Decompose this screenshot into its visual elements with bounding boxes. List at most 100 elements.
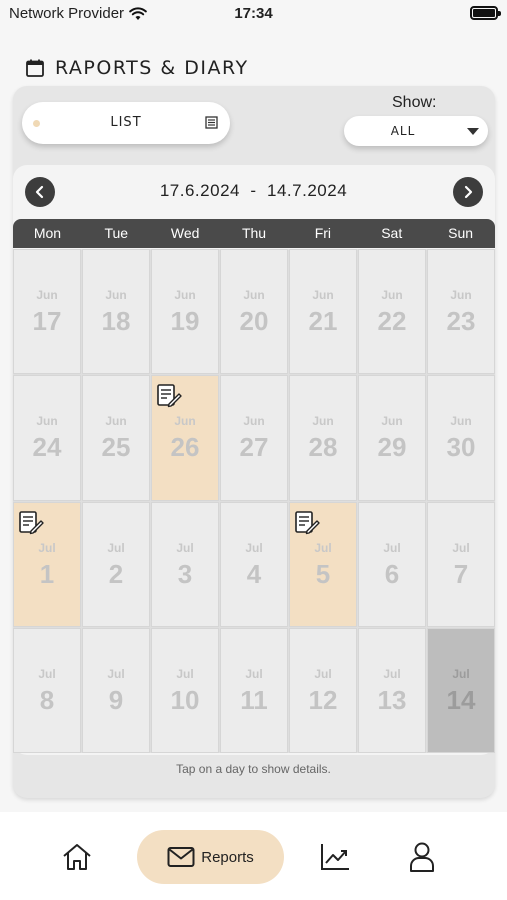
page-header: RAPORTS & DIARY [25,57,249,79]
chart-icon [321,844,349,870]
filter-label: Show: [392,94,437,111]
day-number: 21 [308,306,338,336]
calendar-day[interactable]: Jun 17 [13,249,81,375]
day-month: Jun [36,288,58,302]
date-range: 17.6.2024 - 14.7.2024 [159,181,348,200]
calendar-day[interactable]: Jun 30 [427,375,495,501]
calendar-day[interactable]: Jun 25 [82,375,150,501]
user-icon [410,842,434,872]
weekday-label: Sun [448,225,474,241]
calendar-day[interactable]: Jul 1 [13,501,81,627]
next-period-button[interactable] [453,177,483,207]
calendar-icon [26,59,44,77]
calendar-day[interactable]: Jun 28 [289,375,357,501]
day-number: 6 [384,558,400,589]
weekday-label: Wed [170,225,200,241]
calendar-day[interactable]: Jul 11 [220,627,288,753]
day-number: 4 [246,558,262,589]
chevron-down-icon [467,128,479,135]
day-month: Jul [383,540,401,555]
day-month: Jun [381,288,403,302]
calendar-day[interactable]: Jul 2 [82,501,150,627]
day-number: 7 [453,558,469,589]
day-month: Jul [176,540,194,555]
day-number: 24 [32,432,62,463]
view-mode-label: LIST [110,115,142,130]
day-number: 19 [170,306,200,336]
page-title: RAPORTS & DIARY [55,57,249,79]
day-month: Jul [38,540,56,555]
calendar-day[interactable]: Jul 7 [427,501,495,627]
calendar-day[interactable]: Jul 14 [427,627,495,753]
tab-stats[interactable] [313,830,357,884]
day-number: 12 [308,684,338,715]
calendar-day[interactable]: Jun 20 [220,249,288,375]
day-month: Jul [176,666,194,681]
calendar-day[interactable]: Jul 8 [13,627,81,753]
list-icon [205,116,218,129]
status-time: 17:34 [234,5,273,22]
chevron-right-icon [464,185,473,199]
day-number: 29 [377,432,407,463]
report-note-icon [294,510,320,541]
day-month: Jul [245,666,263,681]
calendar-day[interactable]: Jun 24 [13,375,81,501]
day-month: Jun [243,414,265,429]
weekday-label: Sat [381,225,403,241]
day-number: 3 [177,558,193,589]
day-month: Jul [314,666,332,681]
day-month: Jun [105,288,127,302]
day-month: Jun [36,414,58,429]
day-number: 8 [39,684,55,715]
day-number: 14 [446,684,476,715]
calendar-day[interactable]: Jul 9 [82,627,150,753]
day-month: Jun [243,288,265,302]
weekday-label: Thu [241,225,267,241]
day-number: 26 [170,432,200,463]
calendar-day[interactable]: Jul 12 [289,627,357,753]
view-mode-toggle[interactable]: LIST [22,102,230,144]
weekday-header: Mon Tue Wed Thu Fri Sat Sun [13,219,495,248]
report-note-icon [156,383,182,414]
day-number: 2 [108,558,124,589]
day-number: 17 [32,306,62,336]
calendar-day[interactable]: Jul 13 [358,627,426,753]
calendar-day[interactable]: Jul 5 [289,501,357,627]
day-month: Jul [107,666,125,681]
calendar-day[interactable]: Jun 21 [289,249,357,375]
tab-reports[interactable]: Reports [137,830,284,884]
calendar-day[interactable]: Jun 23 [427,249,495,375]
calendar-day[interactable]: Jun 27 [220,375,288,501]
calendar-grid: Jun 17 Jun 18 Jun 19 Jun 20 Jun 21 Jun 22 Jun 23 Jun 24… [13,249,495,753]
day-month: Jun [174,288,196,302]
tab-profile[interactable] [400,830,444,884]
filter-value: ALL [390,124,416,138]
day-number: 5 [315,558,331,589]
calendar-day[interactable]: Jun 19 [151,249,219,375]
day-month: Jul [314,540,332,555]
day-month: Jun [381,414,403,429]
calendar-day[interactable]: Jul 3 [151,501,219,627]
weekday-label: Mon [33,225,62,241]
day-number: 27 [239,432,269,463]
day-number: 20 [239,306,269,336]
day-month: Jun [312,288,334,302]
calendar-day[interactable]: Jul 4 [220,501,288,627]
day-month: Jun [174,414,196,429]
calendar-day[interactable]: Jun 26 [151,375,219,501]
calendar-day[interactable]: Jun 22 [358,249,426,375]
day-month: Jun [450,414,472,429]
day-number: 1 [39,558,55,589]
day-month: Jul [245,540,263,555]
calendar-day[interactable]: Jul 10 [151,627,219,753]
day-number: 18 [101,306,131,336]
calendar-day[interactable]: Jun 29 [358,375,426,501]
calendar-day[interactable]: Jun 18 [82,249,150,375]
filter-dropdown[interactable]: ALL [344,116,488,146]
day-number: 22 [377,306,407,336]
day-month: Jul [452,666,470,681]
status-bar: Network Provider 17:34 [0,0,507,30]
calendar-day[interactable]: Jul 6 [358,501,426,627]
weekday-label: Fri [314,225,332,241]
tab-home[interactable] [52,830,102,884]
